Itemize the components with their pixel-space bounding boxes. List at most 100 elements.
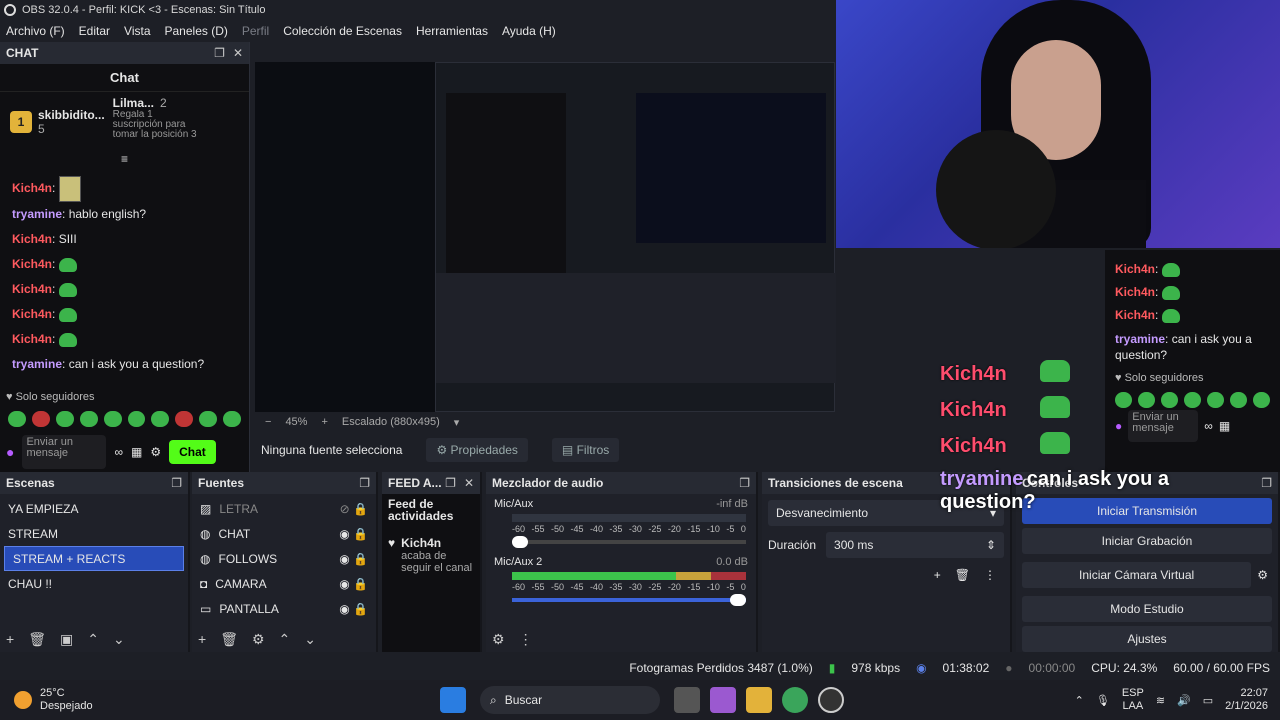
eye-icon[interactable]: ◉ (339, 552, 349, 566)
emote-icon[interactable] (175, 411, 194, 427)
virtual-camera-button[interactable]: Iniciar Cámara Virtual (1022, 562, 1252, 588)
mic-tray-icon[interactable]: 🎙 (1096, 694, 1110, 707)
float-icon[interactable]: ❐ (359, 476, 370, 490)
chat-username[interactable]: Kich4n (12, 307, 52, 321)
gear-icon[interactable]: ⚙ (1257, 568, 1278, 582)
volume-knob[interactable] (512, 536, 528, 548)
chat-username[interactable]: Kich4n (12, 282, 52, 296)
eye-icon[interactable]: ◉ (339, 602, 349, 616)
eye-hidden-icon[interactable]: ⊘ (340, 502, 350, 516)
lock-icon[interactable]: 🔒 (353, 577, 368, 591)
menu-paneles[interactable]: Paneles (D) (165, 24, 228, 38)
chat-username[interactable]: tryamine (12, 357, 62, 371)
wifi-icon[interactable]: ≋ (1156, 694, 1165, 707)
lock-icon[interactable]: 🔒 (353, 602, 368, 616)
float-icon[interactable]: ❐ (1261, 476, 1272, 490)
file-explorer-icon[interactable] (746, 687, 772, 713)
move-down-icon[interactable]: ⌄ (304, 631, 316, 648)
float-icon[interactable]: ❐ (171, 476, 182, 490)
trash-icon[interactable]: 🗑 (28, 631, 46, 648)
menu-vista[interactable]: Vista (124, 24, 150, 38)
volume-icon[interactable]: 🔊 (1177, 694, 1191, 707)
filters-button[interactable]: ▤ Filtros (551, 438, 620, 462)
trash-icon[interactable]: 🗑 (955, 568, 970, 582)
chat-username[interactable]: tryamine (12, 207, 62, 221)
move-down-icon[interactable]: ⌄ (113, 631, 125, 648)
spin-icon[interactable]: ⇕ (986, 538, 996, 552)
volume-knob[interactable] (730, 594, 746, 606)
chat-username[interactable]: Kich4n (12, 232, 52, 246)
gear-icon[interactable]: ⚙ (150, 445, 161, 459)
menu-perfil[interactable]: Perfil (242, 24, 269, 38)
close-icon[interactable]: ✕ (233, 46, 243, 60)
source-item[interactable]: ▭ PANTALLA ◉ 🔒 (192, 596, 376, 621)
filter-icon[interactable]: ▣ (60, 631, 73, 648)
chevron-up-icon[interactable]: ⌃ (1075, 694, 1084, 707)
gear-icon[interactable]: ⚙ (252, 631, 265, 648)
lock-icon[interactable]: 🔒 (353, 527, 368, 541)
menu-editar[interactable]: Editar (79, 24, 110, 38)
float-icon[interactable]: ❐ (739, 476, 750, 490)
gear-icon[interactable]: ⚙ (492, 631, 505, 648)
scene-item[interactable]: YA EMPIEZA (0, 496, 188, 521)
scene-item[interactable]: STREAM (0, 521, 188, 546)
store-icon[interactable]: ▦ (131, 445, 142, 459)
chat-username[interactable]: Kich4n (12, 332, 52, 346)
menu-ayuda[interactable]: Ayuda (H) (502, 24, 556, 38)
emote-icon[interactable] (55, 411, 74, 427)
source-item[interactable]: ◘ CAMARA ◉ 🔒 (192, 571, 376, 596)
battery-icon[interactable]: ▭ (1203, 694, 1213, 707)
send-chat-button[interactable]: Chat (169, 440, 216, 464)
emote-icon[interactable] (103, 411, 122, 427)
scale-label[interactable]: Escalado (880x495) (342, 416, 440, 428)
clock[interactable]: 22:07 2/1/2026 (1225, 687, 1268, 713)
studio-mode-button[interactable]: Modo Estudio (1022, 596, 1272, 622)
chat-input[interactable]: Enviar un mensaje (22, 435, 107, 469)
copilot-icon[interactable] (710, 687, 736, 713)
emote-icon[interactable] (8, 411, 26, 427)
chevron-down-icon[interactable]: ▾ (454, 416, 460, 429)
trash-icon[interactable]: 🗑 (220, 631, 238, 648)
close-icon[interactable]: ✕ (464, 476, 474, 490)
source-item[interactable]: ◍ FOLLOWS ◉ 🔒 (192, 546, 376, 571)
eye-icon[interactable]: ◉ (339, 577, 349, 591)
obs-icon[interactable] (818, 687, 844, 713)
chat-username[interactable]: Kich4n (12, 257, 52, 271)
collapse-icon[interactable]: ≡ (0, 152, 249, 166)
chat-username[interactable]: Kich4n (12, 181, 52, 195)
language-indicator[interactable]: ESP LAA (1122, 687, 1144, 713)
settings-button[interactable]: Ajustes (1022, 626, 1272, 652)
taskbar-search[interactable]: ⌕ Buscar (480, 686, 660, 714)
scene-item-selected[interactable]: STREAM + REACTS (4, 546, 184, 571)
emote-icon[interactable] (31, 411, 50, 427)
emotes-icon[interactable]: ∞ (114, 445, 123, 459)
emote-icon[interactable] (223, 411, 242, 427)
more-icon[interactable]: ⋮ (519, 631, 533, 648)
emote-icon[interactable] (79, 411, 98, 427)
weather-widget[interactable]: 25°C Despejado (0, 687, 440, 713)
mic-icon[interactable]: ● (6, 444, 14, 460)
float-icon[interactable]: ❐ (214, 46, 225, 60)
windows-start-icon[interactable] (440, 687, 466, 713)
menu-archivo[interactable]: Archivo (F) (6, 24, 65, 38)
channel-2-volume-slider[interactable] (512, 594, 746, 606)
chrome-icon[interactable] (782, 687, 808, 713)
emote-icon[interactable] (127, 411, 146, 427)
duration-input[interactable]: 300 ms ⇕ (826, 532, 1004, 558)
zoom-in-button[interactable]: + (321, 416, 327, 428)
more-icon[interactable]: ⋮ (984, 568, 996, 582)
properties-button[interactable]: ⚙ Propiedades (426, 438, 528, 462)
start-recording-button[interactable]: Iniciar Grabación (1022, 528, 1272, 554)
add-icon[interactable]: + (934, 568, 941, 582)
menu-coleccion[interactable]: Colección de Escenas (283, 24, 402, 38)
scene-item[interactable]: CHAU !! (0, 571, 188, 596)
lock-icon[interactable]: 🔒 (353, 502, 368, 516)
source-item[interactable]: ▨ LETRA ⊘ 🔒 (192, 496, 376, 521)
add-icon[interactable]: + (198, 631, 206, 648)
emote-icon[interactable] (151, 411, 170, 427)
task-view-icon[interactable] (674, 687, 700, 713)
eye-icon[interactable]: ◉ (339, 527, 349, 541)
menu-herramientas[interactable]: Herramientas (416, 24, 488, 38)
zoom-out-button[interactable]: − (265, 416, 271, 428)
float-icon[interactable]: ❐ (445, 476, 456, 490)
